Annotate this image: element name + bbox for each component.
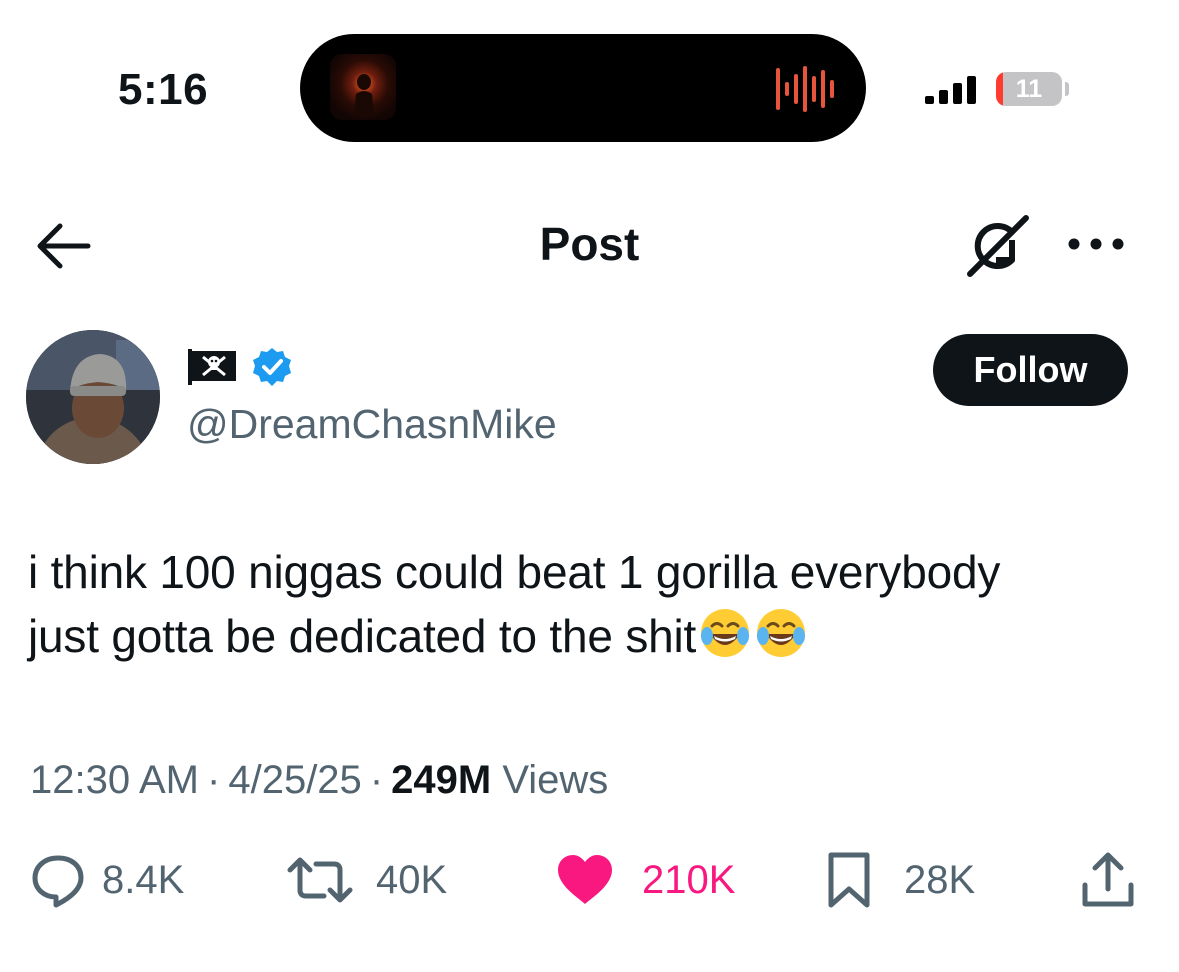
author-handle[interactable]: @DreamChasnMike <box>187 400 557 448</box>
post-meta: 12:30 AM · 4/25/25 · 249M Views <box>30 756 608 804</box>
meta-separator: · <box>369 758 384 802</box>
share-icon <box>1082 852 1134 907</box>
dynamic-island[interactable] <box>300 34 866 142</box>
grok-button[interactable] <box>962 210 1034 282</box>
post-text-line: i think 100 niggas could beat 1 gorilla … <box>28 546 1001 598</box>
share-button[interactable] <box>1080 852 1136 908</box>
face-with-tears-of-joy-icon <box>701 609 750 657</box>
bookmark-icon <box>828 852 870 908</box>
follow-button[interactable]: Follow <box>933 334 1128 406</box>
repost-icon <box>287 857 353 903</box>
post-text-line-2: just gotta be dedicated to the shit <box>28 604 1148 668</box>
now-playing-artwork-icon <box>330 54 396 120</box>
bookmark-count: 28K <box>904 858 976 902</box>
post-date: 4/25/25 <box>228 758 362 802</box>
audio-waveform-icon <box>776 66 834 112</box>
face-with-tears-of-joy-icon <box>757 609 806 657</box>
repost-count: 40K <box>376 858 448 902</box>
battery-percentage: 11 <box>1015 75 1043 103</box>
meta-separator: · <box>207 758 221 802</box>
post-time: 12:30 AM <box>30 758 200 802</box>
reply-count: 8.4K <box>102 858 185 902</box>
avatar[interactable] <box>26 330 160 464</box>
battery-cap <box>1065 82 1069 96</box>
reply-button[interactable]: 8.4K <box>30 852 184 908</box>
like-count: 210K <box>642 858 736 902</box>
bookmark-button[interactable]: 28K <box>826 852 975 908</box>
post-text: i think 100 niggas could beat 1 gorilla … <box>28 540 1148 668</box>
battery-icon: 11 <box>996 72 1062 106</box>
views-label[interactable]: Views <box>502 758 608 802</box>
repost-button[interactable]: 40K <box>286 852 447 908</box>
cellular-signal-icon <box>925 76 976 104</box>
like-button[interactable]: 210K <box>556 852 735 908</box>
post-text-line: just gotta be dedicated to the shit <box>28 610 697 662</box>
heart-icon <box>558 855 612 904</box>
more-icon <box>1068 238 1124 250</box>
verified-badge-icon <box>253 348 291 386</box>
more-options-button[interactable] <box>1064 228 1128 260</box>
status-time: 5:16 <box>118 65 209 114</box>
author-name-row[interactable] <box>188 347 292 387</box>
grok-icon <box>967 215 1029 277</box>
views-count[interactable]: 249M <box>391 758 491 802</box>
pirate-flag-icon <box>188 349 236 385</box>
reply-icon <box>32 855 84 908</box>
